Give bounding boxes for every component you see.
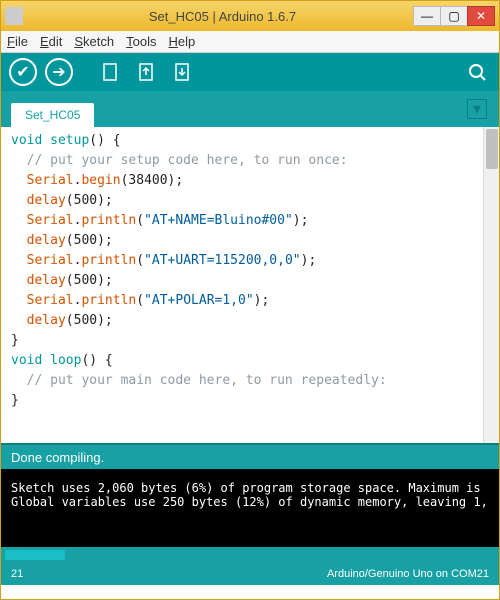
code-line: } (11, 331, 489, 351)
menu-help[interactable]: Help (168, 34, 195, 49)
new-sketch-button[interactable] (97, 58, 125, 86)
code-line: delay(500); (11, 311, 489, 331)
code-line: void setup() { (11, 131, 489, 151)
board-port-info: Arduino/Genuino Uno on COM21 (327, 568, 489, 580)
tab-active[interactable]: Set_HC05 (11, 103, 94, 127)
code-editor[interactable]: void setup() { // put your setup code he… (1, 127, 499, 443)
console-line: Sketch uses 2,060 bytes (6%) of program … (11, 481, 489, 495)
menu-file[interactable]: File (7, 34, 28, 49)
console-line: Global variables use 250 bytes (12%) of … (11, 495, 489, 509)
upload-button[interactable]: ➔ (45, 58, 73, 86)
code-line: Serial.println("AT+POLAR=1,0"); (11, 291, 489, 311)
console-scrollbar[interactable] (1, 547, 499, 563)
serial-monitor-button[interactable] (463, 58, 491, 86)
code-line: delay(500); (11, 271, 489, 291)
window-title: Set_HC05 | Arduino 1.6.7 (31, 9, 414, 24)
tab-strip: Set_HC05 ▾ (1, 91, 499, 127)
code-line: void loop() { (11, 351, 489, 371)
code-line: delay(500); (11, 231, 489, 251)
verify-button[interactable]: ✔ (9, 58, 37, 86)
editor-scrollbar[interactable] (483, 127, 499, 443)
menu-tools[interactable]: Tools (126, 34, 156, 49)
code-line: // put your setup code here, to run once… (11, 151, 489, 171)
menu-edit[interactable]: Edit (40, 34, 62, 49)
code-line: // put your main code here, to run repea… (11, 371, 489, 391)
status-message: Done compiling. (11, 450, 104, 465)
open-sketch-button[interactable] (133, 58, 161, 86)
line-number: 21 (11, 568, 23, 580)
tab-dropdown-button[interactable]: ▾ (467, 99, 487, 119)
code-line: Serial.println("AT+UART=115200,0,0"); (11, 251, 489, 271)
save-sketch-button[interactable] (169, 58, 197, 86)
footer-bar: 21 Arduino/Genuino Uno on COM21 (1, 563, 499, 585)
arduino-app-icon (5, 7, 23, 25)
code-line: Serial.begin(38400); (11, 171, 489, 191)
window-controls: — ▢ ✕ (414, 6, 495, 26)
code-line: } (11, 391, 489, 411)
window-titlebar: Set_HC05 | Arduino 1.6.7 — ▢ ✕ (1, 1, 499, 31)
menu-sketch[interactable]: Sketch (74, 34, 114, 49)
status-bar: Done compiling. (1, 443, 499, 469)
code-line: Serial.println("AT+NAME=Bluino#00"); (11, 211, 489, 231)
scrollbar-thumb[interactable] (486, 129, 498, 169)
menu-bar: File Edit Sketch Tools Help (1, 31, 499, 53)
scrollbar-thumb[interactable] (5, 550, 65, 560)
minimize-button[interactable]: — (413, 6, 441, 26)
close-button[interactable]: ✕ (467, 6, 495, 26)
maximize-button[interactable]: ▢ (440, 6, 468, 26)
console-output[interactable]: Sketch uses 2,060 bytes (6%) of program … (1, 469, 499, 547)
code-line: delay(500); (11, 191, 489, 211)
toolbar: ✔ ➔ (1, 53, 499, 91)
